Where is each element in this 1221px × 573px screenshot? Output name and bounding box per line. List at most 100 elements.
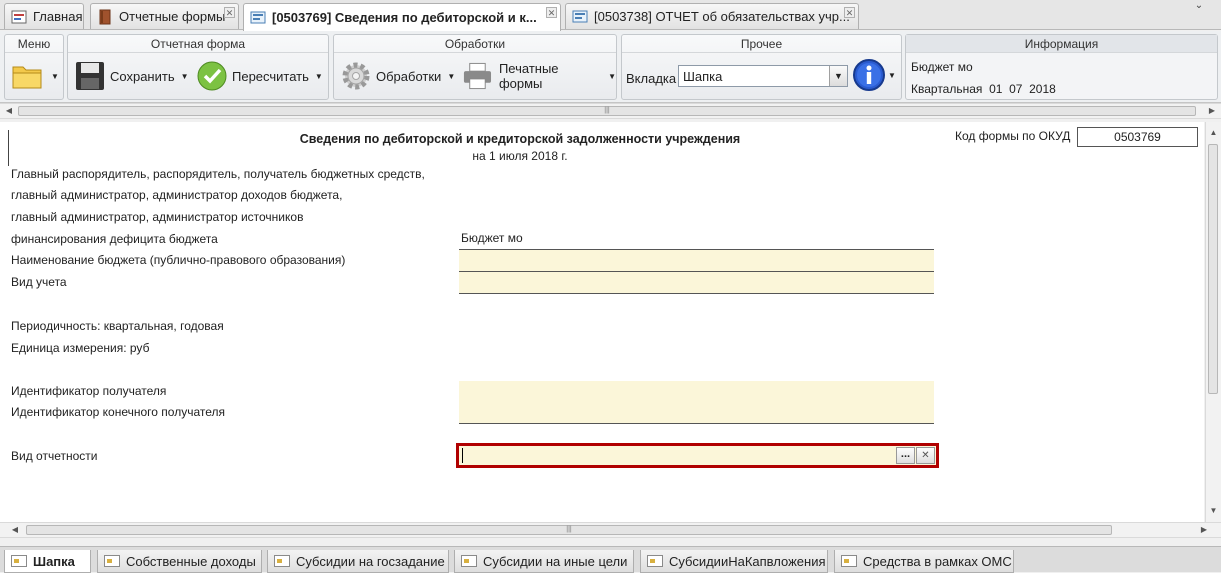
group-title: Обработки <box>334 35 616 53</box>
print-forms-button[interactable]: Печатные формы ▼ <box>462 59 616 93</box>
menu-button[interactable]: ▼ <box>11 59 59 93</box>
scroll-right-icon[interactable]: ▶ <box>1205 104 1219 118</box>
form-icon <box>572 10 588 22</box>
report-form-group: Отчетная форма Сохранить ▼ Пересчитать ▼ <box>67 34 329 100</box>
scrollbar-thumb[interactable]: ||| <box>26 525 1112 535</box>
group-title: Прочее <box>622 35 901 53</box>
sheet-tab-label: СубсидииНаКапвложения <box>669 553 826 569</box>
close-icon[interactable]: ✕ <box>224 7 235 18</box>
info-period: Квартальная 01 07 2018 <box>911 82 1056 96</box>
tab-select-value: Шапка <box>683 68 723 84</box>
accounting-type-field[interactable] <box>459 272 934 294</box>
group-title: Информация <box>906 35 1217 53</box>
unit-text: Единица измерения: руб <box>11 341 150 355</box>
processing-button[interactable]: Обработки ▼ <box>340 59 455 93</box>
ribbon-scrollbar[interactable]: ◀ ||| ▶ <box>0 103 1221 119</box>
scroll-down-icon[interactable]: ▼ <box>1206 504 1221 518</box>
info-button[interactable]: ▼ <box>852 58 896 92</box>
sheet-icon <box>11 555 27 567</box>
close-icon[interactable]: ✕ <box>546 7 557 18</box>
tab-label: [0503769] Сведения по дебиторской и к... <box>272 10 537 25</box>
document-tabbar: Главная Отчетные формы ✕ [0503769] Сведе… <box>0 0 1221 31</box>
tab-form-0503769[interactable]: [0503769] Сведения по дебиторской и к...… <box>243 3 561 31</box>
scroll-up-icon[interactable]: ▲ <box>1206 126 1221 140</box>
folder-icon <box>12 66 42 89</box>
group-title: Отчетная форма <box>68 35 328 53</box>
clear-icon[interactable]: ✕ <box>916 447 935 464</box>
chevron-down-icon: ▼ <box>608 71 616 81</box>
menu-group: Меню ▼ <box>4 34 64 100</box>
scrollbar-thumb[interactable] <box>1208 144 1218 394</box>
sheet-tab-other-subsidies[interactable]: Субсидии на иные цели <box>454 550 634 573</box>
text-cursor <box>462 448 463 463</box>
checkmark-icon <box>197 61 227 91</box>
okud-code-box: 0503769 <box>1077 127 1198 147</box>
sheet-tab-header[interactable]: Шапка <box>4 550 91 573</box>
sheet-tab-oms-funds[interactable]: Средства в рамках ОМС <box>834 550 1014 573</box>
page-title: Сведения по дебиторской и кредиторской з… <box>299 132 741 146</box>
scrollbar-thumb[interactable]: ||| <box>18 106 1196 116</box>
header-label-line-1: Главный распорядитель, распорядитель, по… <box>11 167 425 181</box>
final-recipient-id-field[interactable] <box>459 402 934 424</box>
close-icon[interactable]: ✕ <box>844 7 855 18</box>
form-icon <box>250 11 266 23</box>
header-label-line-3: главный администратор, администратор ист… <box>11 210 304 224</box>
tab-label: [0503738] ОТЧЕТ об обязательствах учр... <box>594 9 850 24</box>
tab-select[interactable]: Шапка ▼ <box>678 65 848 87</box>
periodicity-text: Периодичность: квартальная, годовая <box>11 319 224 333</box>
tab-report-forms[interactable]: Отчетные формы ✕ <box>90 3 239 29</box>
accounting-type-label: Вид учета <box>11 275 67 289</box>
sheet-tab-own-income[interactable]: Собственные доходы <box>97 550 262 573</box>
save-label: Сохранить <box>110 68 175 84</box>
tab-form-0503738[interactable]: [0503738] ОТЧЕТ об обязательствах учр...… <box>565 3 859 29</box>
tab-home[interactable]: Главная <box>4 3 84 29</box>
sheet-icon <box>841 555 857 567</box>
save-button[interactable]: Сохранить ▼ <box>74 59 189 93</box>
recipient-id-label: Идентификатор получателя <box>11 384 167 398</box>
floppy-disk-icon <box>76 62 104 90</box>
sheet-tab-capital-investments[interactable]: СубсидииНаКапвложения <box>640 550 828 573</box>
collapse-chevron-icon[interactable]: ⌄ <box>1187 0 1211 14</box>
budget-name-label: Наименование бюджета (публично-правового… <box>11 253 346 267</box>
sheet-icon <box>274 555 290 567</box>
header-label-line-4: финансирования дефицита бюджета <box>11 232 218 246</box>
processing-label: Обработки <box>376 68 442 84</box>
gear-icon <box>342 62 370 90</box>
recipient-id-field[interactable] <box>459 381 934 403</box>
printer-icon <box>463 62 492 90</box>
form-document: Сведения по дебиторской и кредиторской з… <box>0 122 1204 522</box>
sheet-tab-label: Субсидии на госзадание <box>296 553 445 569</box>
scroll-right-icon[interactable]: ▶ <box>1197 523 1211 537</box>
ribbon-toolbar: Меню ▼ Отчетная форма Сохранить ▼ Пересч… <box>0 31 1221 103</box>
sheet-tab-label: Собственные доходы <box>126 553 256 569</box>
sheet-icon <box>647 555 663 567</box>
report-date: на 1 июля 2018 г. <box>472 149 568 163</box>
header-label-line-2: главный администратор, администратор дох… <box>11 188 343 202</box>
okud-label: Код формы по ОКУД <box>955 129 1071 143</box>
info-budget: Бюджет мо <box>911 60 973 74</box>
sheet-icon <box>104 555 120 567</box>
sheet-tabbar: Шапка Собственные доходы Субсидии на гос… <box>0 546 1221 573</box>
ellipsis-button[interactable]: ... <box>896 447 915 464</box>
other-group: Прочее Вкладка Шапка ▼ ▼ <box>621 34 902 100</box>
recalculate-label: Пересчитать <box>232 68 309 84</box>
final-recipient-id-label: Идентификатор конечного получателя <box>11 405 226 419</box>
scroll-left-icon[interactable]: ◀ <box>8 523 22 537</box>
scroll-left-icon[interactable]: ◀ <box>2 104 16 118</box>
tab-label: Главная <box>33 9 83 24</box>
tab-label: Отчетные формы <box>119 9 226 24</box>
processing-group: Обработки Обработки ▼ Печатные формы ▼ <box>333 34 617 100</box>
chevron-down-icon: ▼ <box>888 70 896 80</box>
report-type-field[interactable]: ... ✕ <box>456 443 939 468</box>
group-title: Меню <box>5 35 63 53</box>
budget-name-field[interactable] <box>459 250 934 272</box>
chevron-down-icon[interactable]: ▼ <box>829 66 847 86</box>
tab-select-label: Вкладка <box>626 71 677 86</box>
sheet-tab-state-task-subsidies[interactable]: Субсидии на госзадание <box>267 550 449 573</box>
chevron-down-icon: ▼ <box>447 71 456 81</box>
recalculate-button[interactable]: Пересчитать ▼ <box>196 59 323 93</box>
document-vertical-scrollbar[interactable]: ▲ ▼ <box>1205 122 1221 522</box>
document-horizontal-scrollbar[interactable]: ◀ ||| ▶ <box>0 522 1221 538</box>
budget-value: Бюджет мо <box>461 231 523 245</box>
chevron-down-icon: ▼ <box>180 71 189 81</box>
